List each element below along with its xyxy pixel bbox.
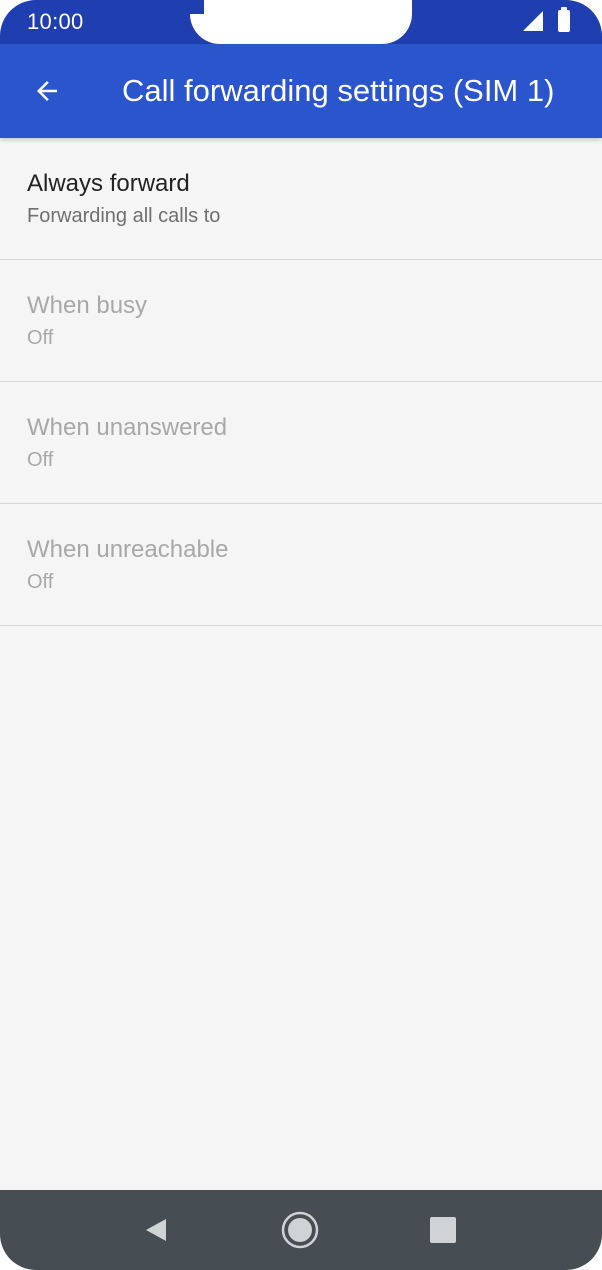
item-summary: Off: [27, 449, 54, 471]
nav-recents-icon: [430, 1217, 456, 1243]
status-bar: 10:00: [0, 0, 602, 44]
list-item-when-unreachable: When unreachable Off: [0, 504, 602, 626]
list-item-always-forward[interactable]: Always forward Forwarding all calls to: [0, 138, 602, 260]
navigation-bar: [0, 1190, 602, 1270]
signal-icon: [523, 11, 543, 31]
item-title: When unanswered: [27, 414, 228, 441]
nav-back-icon: [146, 1219, 166, 1241]
item-summary: Off: [27, 327, 54, 349]
arrow-back-icon: [37, 81, 57, 101]
item-title: When busy: [27, 292, 148, 319]
item-title: When unreachable: [27, 536, 229, 563]
status-icons: [522, 7, 570, 32]
back-button[interactable]: [20, 64, 74, 118]
call-forwarding-list: Always forward Forwarding all calls to W…: [0, 138, 602, 626]
status-time: 10:00: [27, 9, 84, 34]
item-title: Always forward: [27, 170, 190, 197]
battery-icon: [558, 7, 570, 32]
nav-back-button[interactable]: [136, 1210, 176, 1250]
nav-recents-button[interactable]: [423, 1210, 463, 1250]
nav-home-icon: [281, 1211, 319, 1249]
list-item-when-unanswered: When unanswered Off: [0, 382, 602, 504]
list-item-when-busy: When busy Off: [0, 260, 602, 382]
nav-home-button[interactable]: [280, 1210, 320, 1250]
item-summary: Forwarding all calls to: [27, 205, 221, 227]
page-title: Call forwarding settings (SIM 1): [122, 73, 555, 108]
item-summary: Off: [27, 571, 54, 593]
app-bar: Call forwarding settings (SIM 1): [0, 44, 602, 138]
phone-screen: 10:00 Call forwarding settings (SIM 1) A…: [0, 0, 602, 1270]
display-notch: [190, 0, 412, 44]
